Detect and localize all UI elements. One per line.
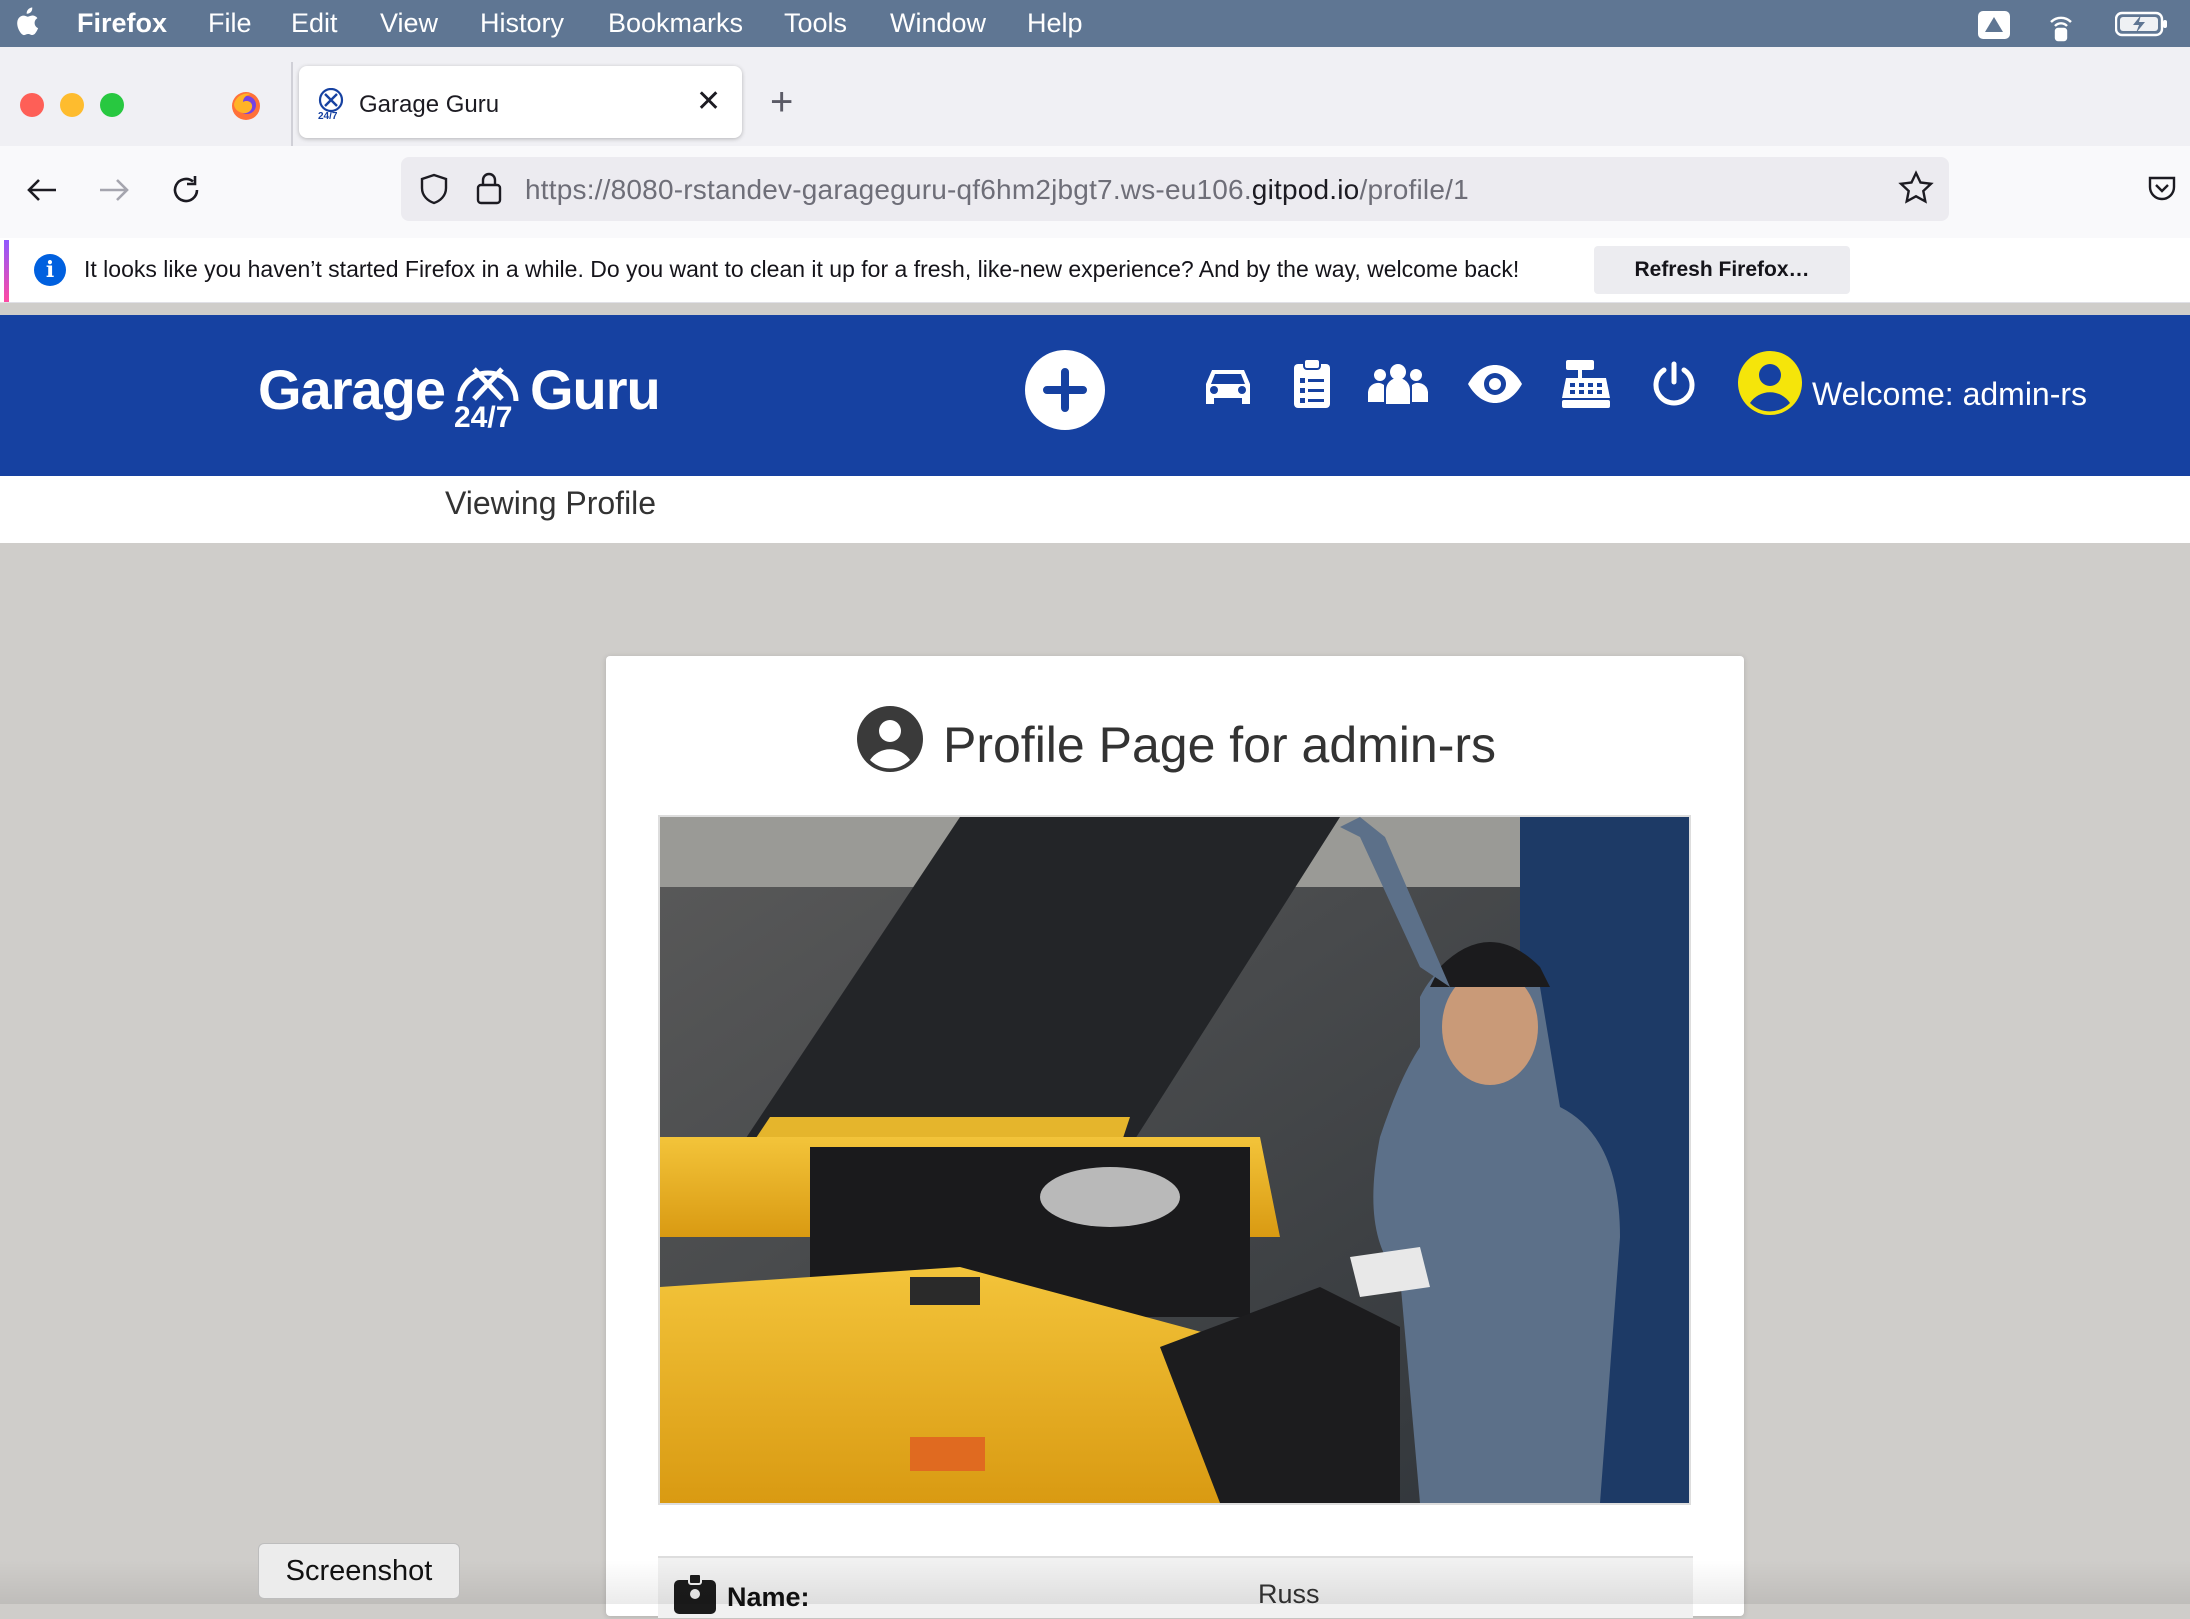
notification-text: It looks like you haven’t started Firefo…	[84, 256, 1520, 282]
favicon-icon: 24/7	[316, 87, 346, 125]
menu-app-name[interactable]: Firefox	[77, 8, 167, 39]
tab-separator	[291, 62, 293, 148]
menu-window[interactable]: Window	[890, 8, 986, 39]
profile-info-row	[658, 1556, 1693, 1618]
firefox-view-icon[interactable]	[230, 90, 262, 127]
cash-register-icon[interactable]	[1560, 358, 1612, 415]
user-avatar-icon[interactable]	[1738, 351, 1802, 420]
menu-help[interactable]: Help	[1027, 8, 1083, 39]
menu-bookmarks[interactable]: Bookmarks	[608, 8, 743, 39]
forward-icon[interactable]	[96, 172, 132, 213]
close-window-button[interactable]	[20, 93, 44, 117]
battery-icon[interactable]	[2114, 10, 2169, 45]
zoom-window-button[interactable]	[100, 93, 124, 117]
apple-icon[interactable]	[12, 6, 40, 45]
logo-word-left: Garage	[258, 358, 446, 421]
bookmark-star-icon[interactable]	[1898, 170, 1934, 211]
tracking-protection-shield-icon[interactable]	[418, 172, 450, 211]
profile-title: Profile Page for admin-rs	[943, 717, 1497, 773]
refresh-firefox-button[interactable]: Refresh Firefox…	[1594, 246, 1850, 294]
tab-close-icon[interactable]: ✕	[696, 84, 721, 119]
notification-accent	[4, 240, 9, 302]
menu-view[interactable]: View	[380, 8, 438, 39]
profile-photo	[658, 815, 1691, 1505]
menu-file[interactable]: File	[208, 8, 252, 39]
url-text[interactable]: https://8080-rstandev-garageguru-qf6hm2j…	[525, 174, 1469, 206]
tab-title: Garage Guru	[359, 91, 500, 118]
team-icon[interactable]	[1366, 360, 1430, 413]
tabstrip-top	[0, 47, 2190, 60]
menu-history[interactable]: History	[480, 8, 564, 39]
page-subheader	[0, 476, 2190, 543]
add-button[interactable]	[1025, 350, 1105, 430]
profile-user-icon	[857, 706, 923, 777]
reload-icon[interactable]	[168, 172, 204, 213]
svg-text:24/7: 24/7	[318, 111, 338, 120]
macos-menu-bar: Firefox File Edit View History Bookmarks…	[0, 0, 2190, 47]
page-subtitle: Viewing Profile	[445, 485, 657, 521]
logo-word-right: Guru	[530, 358, 661, 421]
logo-sub: 24/7	[454, 401, 513, 434]
pocket-icon[interactable]	[2146, 172, 2178, 209]
clipboard-icon[interactable]	[1292, 358, 1332, 415]
drive-icon[interactable]	[1977, 10, 2011, 47]
menu-edit[interactable]: Edit	[291, 8, 338, 39]
info-icon: i	[34, 254, 66, 286]
welcome-text: Welcome: admin-rs	[1812, 376, 2088, 412]
name-label: Name:	[727, 1582, 810, 1612]
mechanic-photo-image	[660, 817, 1689, 1503]
new-tab-button[interactable]: +	[770, 80, 793, 125]
eye-icon[interactable]	[1466, 362, 1524, 411]
name-value: Russ	[1258, 1579, 1320, 1609]
screenshot-tooltip: Screenshot	[258, 1543, 460, 1599]
logout-power-icon[interactable]	[1650, 360, 1698, 413]
menu-tools[interactable]: Tools	[784, 8, 847, 39]
car-icon[interactable]	[1202, 362, 1254, 415]
minimize-window-button[interactable]	[60, 93, 84, 117]
lock-icon[interactable]	[474, 170, 504, 211]
id-badge-icon	[672, 1573, 718, 1619]
hotspot-icon[interactable]	[2045, 10, 2077, 49]
plus-icon	[1043, 368, 1087, 412]
back-icon[interactable]	[24, 172, 60, 213]
